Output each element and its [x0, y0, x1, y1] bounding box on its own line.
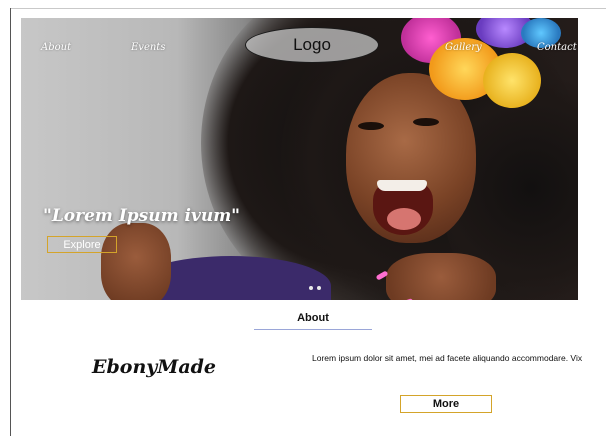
hero-banner: About Events Logo Gallery Contact "Lorem… — [21, 18, 578, 300]
frame-left-border — [10, 8, 11, 436]
nav-contact[interactable]: Contact — [537, 42, 577, 53]
nav-gallery[interactable]: Gallery — [445, 42, 482, 53]
about-heading: About — [297, 312, 329, 324]
nav-about[interactable]: About — [41, 42, 71, 53]
about-description: Lorem ipsum dolor sit amet, mei ad facet… — [312, 353, 583, 363]
explore-button[interactable]: Explore — [47, 236, 117, 253]
carousel-dot-2[interactable] — [317, 286, 321, 290]
nav-events[interactable]: Events — [131, 42, 165, 53]
brand-name: EbonyMade — [92, 356, 217, 378]
site-logo[interactable]: Logo — [245, 27, 379, 63]
hero-tagline: "Lorem Ipsum ivum" — [43, 206, 241, 226]
more-button[interactable]: More — [400, 395, 492, 413]
carousel-dot-1[interactable] — [309, 286, 313, 290]
about-heading-underline — [254, 329, 372, 330]
frame-top-border — [10, 8, 606, 9]
